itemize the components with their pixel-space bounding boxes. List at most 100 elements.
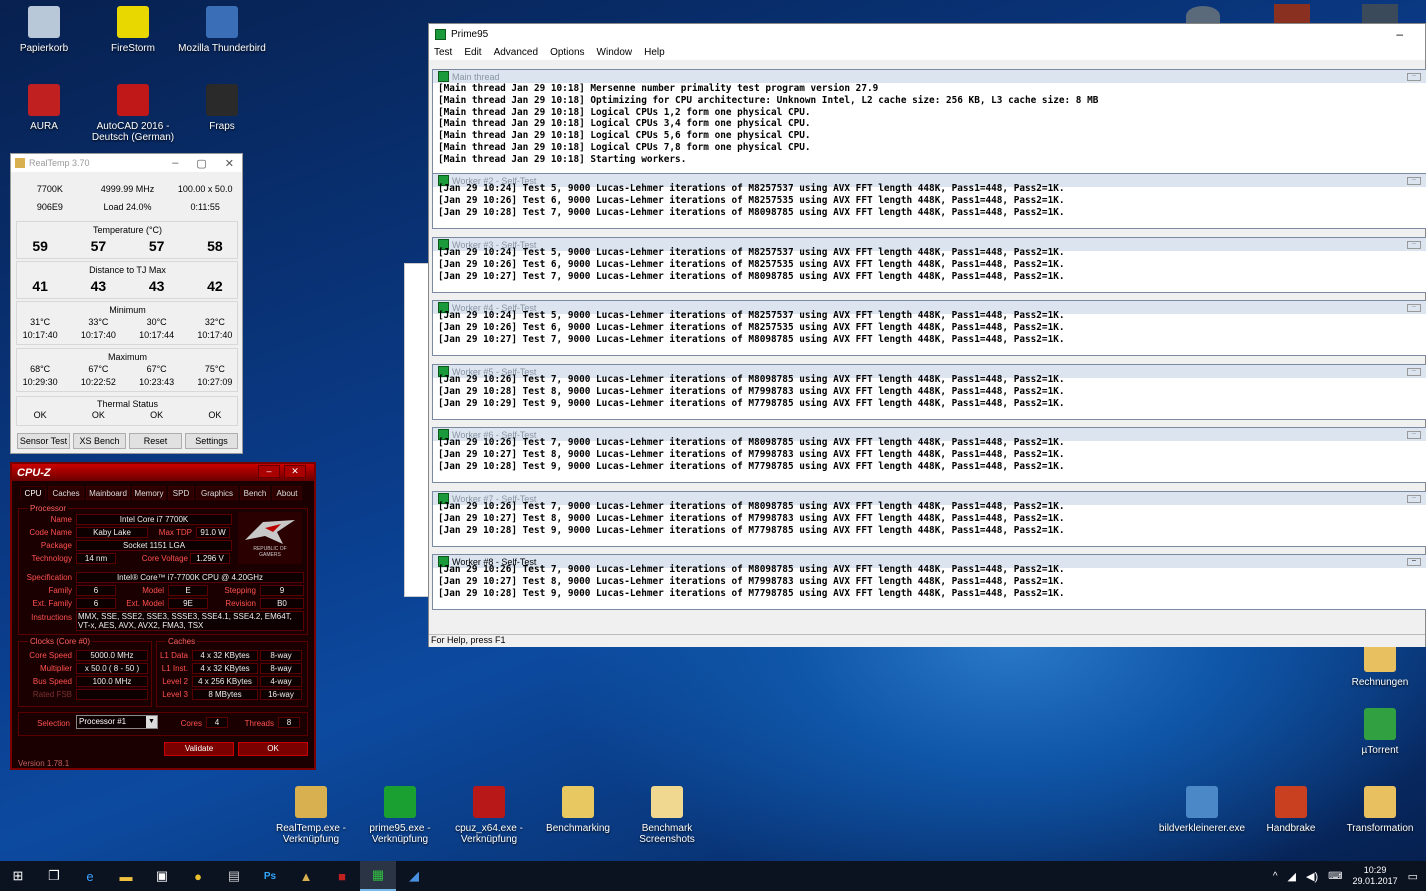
desktop-shortcut[interactable]: Fraps	[178, 84, 266, 132]
clock[interactable]: 10:29 29.01.2017	[1353, 865, 1398, 887]
log-area[interactable]: [Jan 29 10:24] Test 5, 9000 Lucas-Lehmer…	[433, 310, 1426, 351]
window-minimize-icon[interactable]: –	[1407, 72, 1421, 81]
chevron-down-icon[interactable]: ▼	[146, 716, 157, 728]
file-explorer-icon[interactable]: ▬	[108, 861, 144, 891]
desktop-shortcut[interactable]: Benchmark Screenshots	[623, 786, 711, 845]
minimize-icon[interactable]: –	[172, 157, 178, 170]
thunderbird-icon	[206, 6, 238, 38]
tab-graphics[interactable]: Graphics	[196, 486, 238, 500]
window-minimize-icon[interactable]: –	[1407, 430, 1421, 439]
menu-advanced[interactable]: Advanced	[494, 47, 538, 58]
prime95-titlebar[interactable]: Prime95 –	[429, 24, 1425, 44]
window-minimize-icon[interactable]: –	[1407, 557, 1421, 566]
worker-titlebar[interactable]: Main thread –	[433, 70, 1426, 83]
desktop-shortcut[interactable]: bildverkleinerer.exe	[1158, 786, 1246, 834]
monitor-app-icon[interactable]: ▤	[216, 861, 252, 891]
worker-window[interactable]: Worker #4 - Self-Test – [Jan 29 10:24] Tes…	[432, 300, 1426, 356]
tab-bench[interactable]: Bench	[240, 486, 270, 500]
desktop-shortcut[interactable]: µTorrent	[1336, 708, 1424, 756]
network-icon[interactable]: ◢	[1288, 870, 1296, 883]
window-minimize-icon[interactable]: –	[1407, 176, 1421, 185]
tab-caches[interactable]: Caches	[48, 486, 84, 500]
close-icon[interactable]: ✕	[284, 465, 306, 478]
worker-window[interactable]: Worker #6 - Self-Test – [Jan 29 10:26] Tes…	[432, 427, 1426, 483]
log-area[interactable]: [Jan 29 10:26] Test 7, 9000 Lucas-Lehmer…	[433, 501, 1426, 542]
maximize-icon[interactable]: ▢	[196, 157, 206, 170]
validate-button[interactable]: Validate	[164, 742, 234, 756]
realtemp-taskbar-icon[interactable]: ▲	[288, 861, 324, 891]
window-minimize-icon[interactable]: –	[1407, 367, 1421, 376]
log-line: [Jan 29 10:27] Test 8, 9000 Lucas-Lehmer…	[438, 512, 1065, 524]
chevron-up-icon[interactable]: ^	[1273, 871, 1278, 882]
desktop-shortcut[interactable]: Mozilla Thunderbird	[178, 6, 266, 54]
worker-window[interactable]: Worker #7 - Self-Test – [Jan 29 10:26] Tes…	[432, 491, 1426, 547]
desktop-shortcut[interactable]: Benchmarking	[534, 786, 622, 834]
notification-icon[interactable]: ▭	[1408, 870, 1418, 883]
window-minimize-icon[interactable]: –	[1407, 240, 1421, 249]
processor-select[interactable]: Processor #1 ▼	[76, 715, 158, 729]
core-distance: 43	[148, 278, 165, 294]
desktop-shortcut[interactable]: FireStorm	[89, 6, 177, 54]
minimize-icon[interactable]: –	[258, 465, 280, 478]
extmodel-value: 9E	[168, 598, 208, 609]
minimize-icon[interactable]: –	[1396, 27, 1403, 41]
tab-about[interactable]: About	[272, 486, 302, 500]
start-icon[interactable]: ⊞	[0, 861, 36, 891]
close-icon[interactable]: ✕	[225, 157, 234, 170]
sensor-test-button[interactable]: Sensor Test	[17, 433, 70, 449]
tab-mainboard[interactable]: Mainboard	[86, 486, 130, 500]
tab-spd[interactable]: SPD	[168, 486, 194, 500]
window-minimize-icon[interactable]: –	[1407, 303, 1421, 312]
store-icon[interactable]: ▣	[144, 861, 180, 891]
desktop-shortcut[interactable]: Papierkorb	[0, 6, 88, 54]
volume-icon[interactable]: ◀)	[1306, 870, 1318, 883]
extfamily-value: 6	[76, 598, 116, 609]
worker-window[interactable]: Worker #3 - Self-Test – [Jan 29 10:24] Tes…	[432, 237, 1426, 293]
menu-window[interactable]: Window	[597, 47, 633, 58]
log-area[interactable]: [Jan 29 10:24] Test 5, 9000 Lucas-Lehmer…	[433, 183, 1426, 224]
reset-button[interactable]: Reset	[129, 433, 182, 449]
photoshop-icon[interactable]: Ps	[252, 861, 288, 891]
prime95-icon	[384, 786, 416, 818]
settings-button[interactable]: Settings	[185, 433, 238, 449]
tab-cpu[interactable]: CPU	[20, 486, 46, 500]
l3-label: Level 3	[162, 690, 188, 699]
realtemp-app-icon	[15, 158, 25, 168]
menu-edit[interactable]: Edit	[464, 47, 481, 58]
log-area[interactable]: [Jan 29 10:26] Test 7, 9000 Lucas-Lehmer…	[433, 437, 1426, 478]
keyboard-icon[interactable]: ⌨	[1328, 871, 1342, 882]
desktop-shortcut[interactable]: prime95.exe - Verknüpfung	[356, 786, 444, 845]
desktop-shortcut[interactable]: RealTemp.exe - Verknüpfung	[267, 786, 355, 845]
chrome-icon[interactable]: ●	[180, 861, 216, 891]
log-area[interactable]: [Jan 29 10:24] Test 5, 9000 Lucas-Lehmer…	[433, 247, 1426, 288]
autocad-taskbar-icon[interactable]: ◢	[396, 861, 432, 891]
main-thread-window[interactable]: Main thread – [Main thread Jan 29 10:18] M…	[432, 69, 1426, 189]
desktop-shortcut[interactable]: cpuz_x64.exe - Verknüpfung	[445, 786, 533, 845]
menu-help[interactable]: Help	[644, 47, 665, 58]
minimum-times: 10:17:40 10:17:40 10:17:44 10:17:40	[11, 330, 244, 340]
menu-options[interactable]: Options	[550, 47, 584, 58]
log-area[interactable]: [Jan 29 10:26] Test 7, 9000 Lucas-Lehmer…	[433, 564, 1426, 605]
selection-label: Selection	[37, 719, 70, 728]
l2-way: 4-way	[260, 676, 302, 687]
worker-window[interactable]: Worker #5 - Self-Test – [Jan 29 10:26] Tes…	[432, 364, 1426, 420]
desktop-shortcut[interactable]: Rechnungen	[1336, 640, 1424, 688]
worker-window[interactable]: Worker #2 - Self-Test – [Jan 29 10:24] Tes…	[432, 173, 1426, 229]
cpuz-taskbar-icon[interactable]: ■	[324, 861, 360, 891]
ok-button[interactable]: OK	[238, 742, 308, 756]
log-line: [Main thread Jan 29 10:18] Logical CPUs …	[438, 106, 811, 118]
task-view-icon[interactable]: ❐	[36, 861, 72, 891]
desktop-shortcut[interactable]: Transformation	[1336, 786, 1424, 834]
desktop-shortcut[interactable]: AURA	[0, 84, 88, 132]
desktop-shortcut[interactable]: AutoCAD 2016 - Deutsch (German)	[89, 84, 177, 143]
window-minimize-icon[interactable]: –	[1407, 494, 1421, 503]
edge-icon[interactable]: e	[72, 861, 108, 891]
tab-memory[interactable]: Memory	[132, 486, 166, 500]
worker-window[interactable]: Worker #8 - Self-Test – [Jan 29 10:26] Tes…	[432, 554, 1426, 610]
xs-bench-button[interactable]: XS Bench	[73, 433, 126, 449]
desktop-shortcut[interactable]: Handbrake	[1247, 786, 1335, 834]
log-area[interactable]: [Jan 29 10:26] Test 7, 9000 Lucas-Lehmer…	[433, 374, 1426, 415]
prime95-taskbar-icon[interactable]: ▦	[360, 861, 396, 891]
menu-test[interactable]: Test	[434, 47, 452, 58]
realtemp-titlebar[interactable]: RealTemp 3.70 – ▢ ✕	[11, 154, 242, 172]
